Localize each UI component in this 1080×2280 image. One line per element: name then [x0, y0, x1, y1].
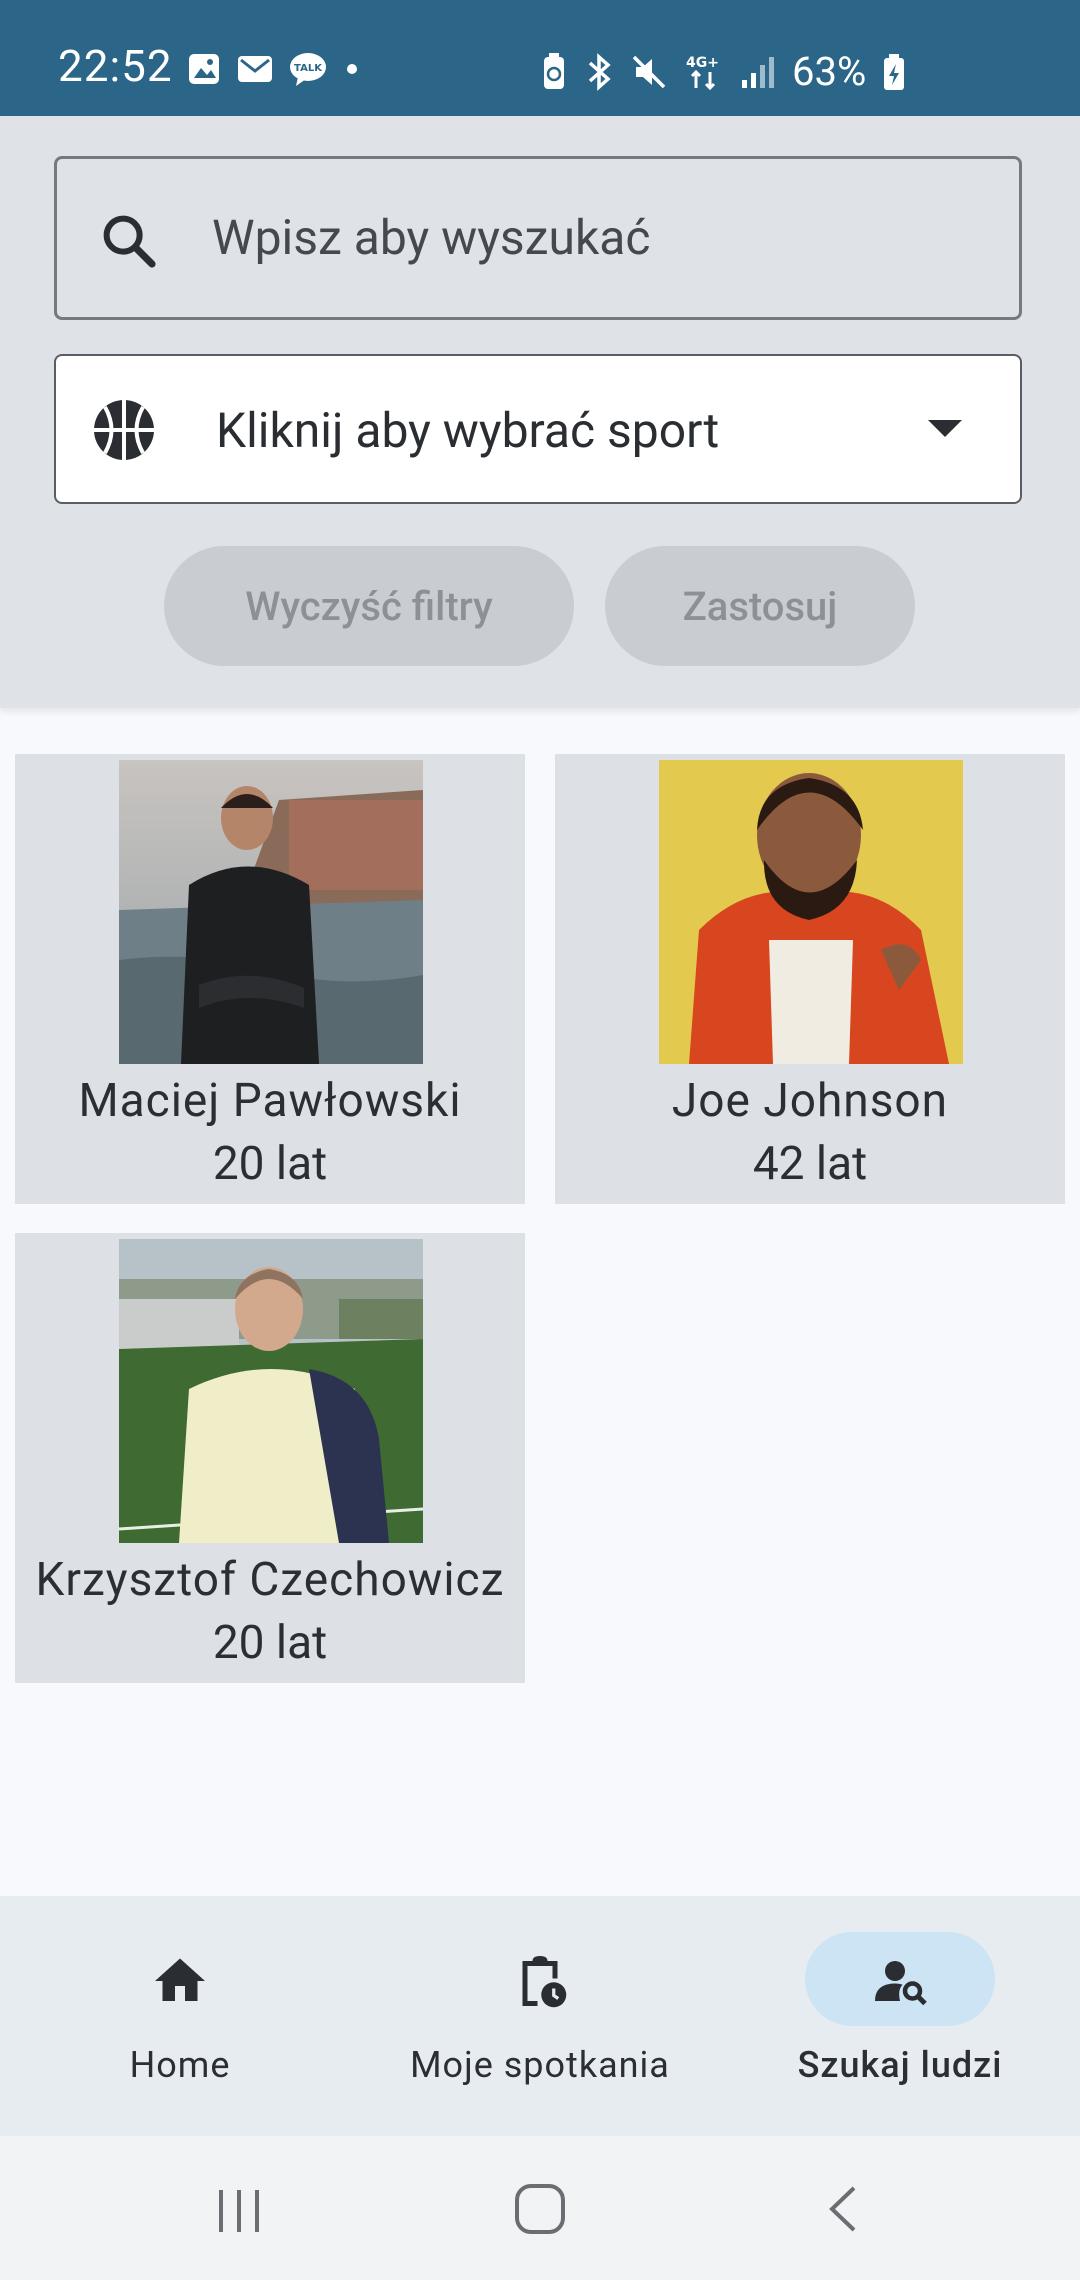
system-icons: 4G+ 63% — [540, 48, 906, 95]
search-input[interactable]: Wpisz aby wyszukać — [54, 156, 1022, 320]
basketball-icon — [94, 400, 154, 460]
nav-label-search-people: Szukaj ludzi — [797, 2044, 1003, 2086]
network-4g-icon: 4G+ — [686, 55, 719, 90]
sport-dropdown[interactable]: Kliknij aby wybrać sport — [54, 354, 1022, 504]
person-photo — [119, 760, 423, 1064]
home-system-icon[interactable] — [513, 2182, 567, 2236]
svg-text:TALK: TALK — [294, 63, 323, 74]
battery-charging-icon — [884, 53, 905, 90]
email-icon — [238, 56, 272, 82]
person-search-icon — [875, 1961, 927, 2006]
sport-label: Kliknij aby wybrać sport — [216, 402, 720, 459]
person-name: Krzysztof Czechowicz — [35, 1553, 505, 1607]
person-age: 20 lat — [212, 1616, 328, 1670]
bluetooth-icon — [588, 52, 611, 91]
dropdown-arrow-icon — [928, 420, 962, 437]
mute-icon — [632, 55, 666, 88]
search-placeholder: Wpisz aby wyszukać — [212, 209, 651, 266]
talk-icon: TALK — [290, 53, 326, 86]
battery-percent: 63% — [792, 48, 867, 95]
signal-icon — [742, 56, 774, 88]
clear-filters-button[interactable]: Wyczyść filtry — [164, 546, 574, 666]
nav-label-home: Home — [129, 2044, 231, 2086]
status-time: 22:52 — [58, 40, 173, 92]
nav-item-home[interactable]: Home — [0, 1896, 360, 2136]
home-icon — [155, 1958, 205, 2001]
person-card[interactable]: Joe Johnson 42 lat — [555, 754, 1065, 1204]
nav-label-my-meetings: Moje spotkania — [410, 2044, 670, 2086]
nav-item-search-people[interactable]: Szukaj ludzi — [720, 1896, 1080, 2136]
person-photo — [659, 760, 963, 1064]
recent-apps-icon[interactable] — [215, 2186, 265, 2236]
bottom-navigation: Home Moje spotkania Szukaj ludzi — [0, 1896, 1080, 2136]
person-photo — [119, 1239, 423, 1543]
person-age: 20 lat — [212, 1137, 328, 1191]
nav-item-my-meetings[interactable]: Moje spotkania — [360, 1896, 720, 2136]
clipboard-clock-icon — [522, 1956, 567, 2008]
apply-button[interactable]: Zastosuj — [605, 546, 915, 666]
back-icon[interactable] — [820, 2184, 870, 2234]
svg-text:4G+: 4G+ — [686, 55, 719, 71]
person-name: Joe Johnson — [671, 1074, 949, 1128]
dot-icon — [347, 64, 357, 74]
person-age: 42 lat — [752, 1137, 868, 1191]
person-name: Maciej Pawłowski — [78, 1074, 462, 1128]
search-icon — [103, 215, 156, 268]
person-card[interactable]: Krzysztof Czechowicz 20 lat — [15, 1233, 525, 1683]
person-card[interactable]: Maciej Pawłowski 20 lat — [15, 754, 525, 1204]
status-bar: 22:52 TALK 4G+ 63% — [0, 0, 1080, 116]
notification-icons: TALK — [186, 50, 362, 88]
battery-saver-icon — [544, 52, 564, 89]
gallery-icon — [189, 54, 219, 84]
system-navigation-bar — [0, 2136, 1080, 2280]
